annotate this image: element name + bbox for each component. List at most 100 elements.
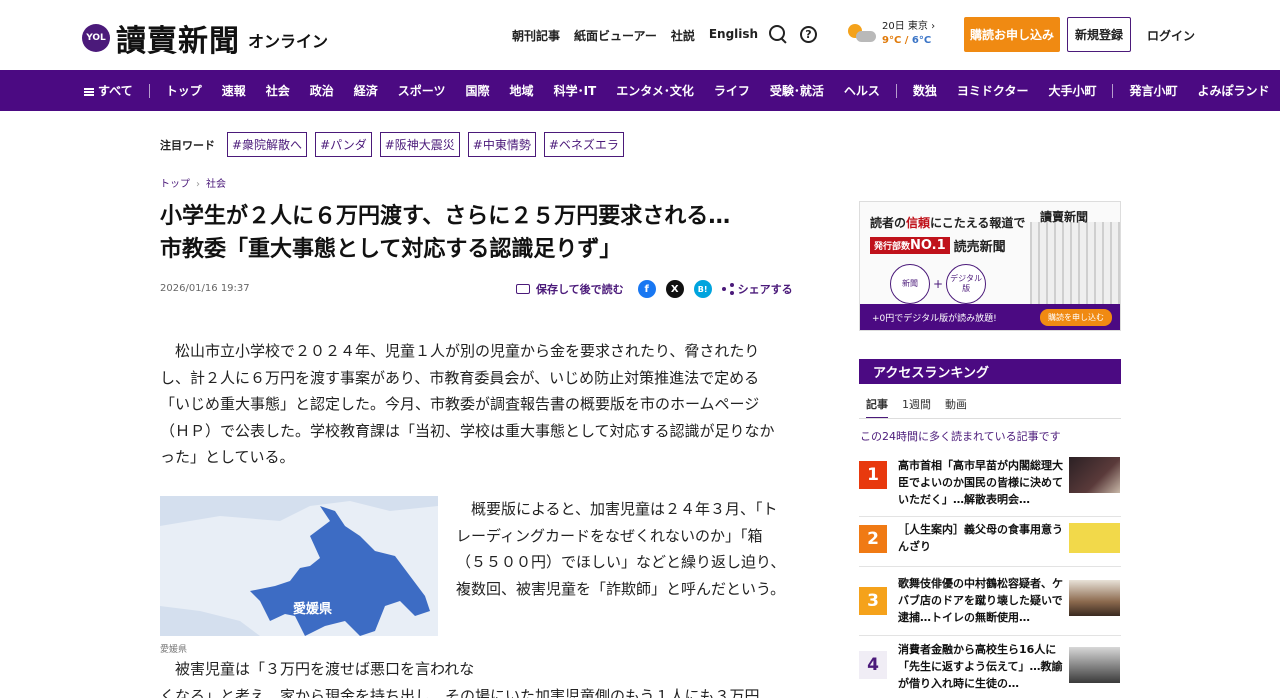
site-logo[interactable]: YOL 讀賣新聞 オンライン: [82, 16, 328, 60]
sun-cloud-icon: [846, 22, 878, 46]
weather-low: 6°C: [911, 35, 932, 46]
category-yomipo[interactable]: よみぽランド: [1187, 82, 1279, 99]
save-later-button[interactable]: 保存して後で読む: [536, 281, 624, 297]
article-paragraph-3: 被害児童は「３万円を渡せば悪口を言われな くなる」と考え、家から現金を持ち出し、…: [160, 660, 760, 698]
register-button[interactable]: 新規登録: [1067, 17, 1131, 52]
trending-words: 注目ワード #衆院解散へ #パンダ #阪神大震災 #中東情勢 #ベネズエラ: [160, 132, 632, 157]
divider: [859, 418, 1121, 419]
rank-headline: 歌舞伎俳優の中村鶴松容疑者、ケバブ店のドアを蹴り壊した疑いで逮捕…トイレの無断使…: [898, 577, 1063, 624]
divider: [895, 83, 897, 98]
rank-thumbnail: [1069, 523, 1120, 553]
rank-number: 1: [859, 461, 887, 489]
rank-number: 2: [859, 525, 887, 553]
nav-morning-edition[interactable]: 朝刊記事: [512, 27, 560, 44]
weather-widget[interactable]: 20日 東京 › 9°C / 6°C: [846, 20, 935, 48]
logo-wordmark: 讀賣新聞: [116, 24, 240, 59]
ranking-item[interactable]: 1 高市首相「高市早苗が内閣総理大臣でよいのか国民の皆様に決めていただく」…解散…: [859, 457, 1121, 517]
top-nav: 朝刊記事 紙面ビューアー 社説 English: [512, 27, 758, 44]
breadcrumb-society[interactable]: 社会: [206, 179, 226, 190]
divider: [1112, 83, 1114, 98]
article-paragraph-1: 松山市立小学校で２０２４年、児童１人が別の児童から金を要求されたり、脅されたりし…: [160, 342, 775, 466]
category-breaking[interactable]: 速報: [212, 82, 256, 99]
site-header: YOL 讀賣新聞 オンライン 朝刊記事 紙面ビューアー 社説 English ?…: [0, 0, 1280, 70]
category-life[interactable]: ライフ: [704, 82, 760, 99]
rank-thumbnail: [1069, 647, 1120, 683]
weather-date: 20日 東京 ›: [882, 21, 936, 32]
category-society[interactable]: 社会: [256, 82, 300, 99]
trending-tag[interactable]: #阪神大震災: [379, 132, 460, 157]
rank-headline: ［人生案内］義父母の食事用意うんざり: [898, 523, 1063, 553]
help-icon[interactable]: ?: [800, 26, 817, 43]
login-link[interactable]: ログイン: [1147, 27, 1195, 44]
category-science[interactable]: 科学･IT: [544, 82, 607, 99]
x-icon[interactable]: X: [665, 280, 684, 298]
facebook-icon[interactable]: f: [637, 280, 656, 298]
ehime-map-image: 愛媛県: [160, 496, 438, 636]
rank-headline: 高市首相「高市早苗が内閣総理大臣でよいのか国民の皆様に決めていただく」…解散表明…: [898, 459, 1063, 506]
rank-thumbnail: [1069, 580, 1120, 616]
trending-tag[interactable]: #パンダ: [315, 132, 372, 157]
category-politics[interactable]: 政治: [300, 82, 344, 99]
category-all[interactable]: すべて: [84, 82, 143, 99]
ranking-item[interactable]: 4 消費者金融から高校生ら16人に「先生に返すよう伝えて」…教諭が借り入れ時に生…: [859, 641, 1121, 697]
ranking-subtitle: この24時間に多く読まれている記事です: [860, 430, 1061, 443]
article-date: 2026/01/16 19:37: [160, 283, 250, 294]
category-komachi[interactable]: 大手小町: [1038, 82, 1106, 99]
ranking-item[interactable]: 2 ［人生案内］義父母の食事用意うんざり: [859, 521, 1121, 577]
map-label: 愛媛県: [293, 601, 332, 616]
article-paragraph-2: 概要版によると、加害児童は２４年３月、「トレーディングカードをなぜくれないのか」…: [456, 500, 786, 598]
category-top[interactable]: トップ: [156, 82, 212, 99]
tab-video[interactable]: 動画: [945, 396, 967, 419]
trending-tag[interactable]: #衆院解散へ: [227, 132, 308, 157]
trending-label: 注目ワード: [160, 138, 215, 152]
nav-paper-viewer[interactable]: 紙面ビューアー: [574, 27, 657, 44]
ad-badge: 発行部数NO.1: [870, 237, 950, 254]
rank-headline: 消費者金融から高校生ら16人に「先生に返すよう伝えて」…教諭が借り入れ時に生徒の…: [898, 643, 1063, 690]
ad-brand: 読売新聞: [953, 240, 1006, 255]
divider: [148, 83, 150, 98]
article-title: 小学生が２人に６万円渡す、さらに２５万円要求される… 市教委「重大事態として対応…: [160, 204, 731, 262]
logo-subtitle: オンライン: [248, 32, 329, 51]
yol-badge: YOL: [82, 24, 110, 52]
ranking-item[interactable]: 3 歌舞伎俳優の中村鶴松容疑者、ケバブ店のドアを蹴り壊した疑いで逮捕…トイレの無…: [859, 575, 1121, 636]
ranking-title: アクセスランキング: [859, 359, 1121, 384]
breadcrumb: トップ › 社会: [160, 175, 226, 190]
share-button[interactable]: シェアする: [738, 281, 793, 297]
category-entertainment[interactable]: エンタメ･文化: [606, 82, 704, 99]
category-world[interactable]: 国際: [456, 82, 500, 99]
ad-circles: 新聞 + デジタル版: [890, 264, 987, 304]
tab-articles[interactable]: 記事: [866, 396, 888, 419]
ad-cta-button[interactable]: 購読を申し込む: [1040, 309, 1112, 326]
nav-editorial[interactable]: 社説: [671, 27, 695, 44]
trending-tag[interactable]: #ベネズエラ: [543, 132, 624, 157]
weather-temp: 9°C / 6°C: [882, 34, 935, 48]
rank-number: 4: [859, 651, 887, 679]
category-sudoku[interactable]: 数独: [903, 82, 947, 99]
image-caption: 愛媛県: [160, 645, 188, 655]
category-economy[interactable]: 経済: [344, 82, 388, 99]
bookmark-icon: [516, 284, 530, 294]
weather-separator: /: [901, 35, 912, 46]
ad-circle-digital: デジタル版: [946, 264, 987, 304]
article-actions: 保存して後で読む f X B! シェアする: [516, 280, 793, 298]
subscription-ad[interactable]: 讀賣新聞 読者の信頼にこたえる報道で 発行部数NO.1 読売新聞 新聞 + デジ…: [859, 201, 1121, 331]
subscribe-button[interactable]: 購読お申し込み: [964, 17, 1060, 52]
category-sports[interactable]: スポーツ: [388, 82, 456, 99]
nav-english[interactable]: English: [709, 27, 758, 44]
search-icon[interactable]: [768, 24, 788, 44]
category-hatsugen[interactable]: 発言小町: [1119, 82, 1187, 99]
hatena-icon[interactable]: B!: [693, 280, 712, 298]
breadcrumb-top[interactable]: トップ: [160, 179, 190, 190]
trending-tag[interactable]: #中東情勢: [467, 132, 536, 157]
rank-thumbnail: [1069, 457, 1120, 493]
ad-no1: 発行部数NO.1 読売新聞: [870, 236, 1006, 255]
share-icon: [721, 283, 734, 295]
category-health[interactable]: ヘルス: [834, 82, 890, 99]
category-yomidr[interactable]: ヨミドクター: [947, 82, 1039, 99]
category-exam[interactable]: 受験･就活: [760, 82, 834, 99]
category-local[interactable]: 地域: [500, 82, 544, 99]
ranking-tabs: 記事 1週間 動画: [866, 396, 967, 419]
chevron-right-icon: ›: [196, 179, 200, 190]
ad-footer: +0円でデジタル版が読み放題! 購読を申し込む: [860, 304, 1120, 330]
tab-week[interactable]: 1週間: [902, 396, 931, 419]
